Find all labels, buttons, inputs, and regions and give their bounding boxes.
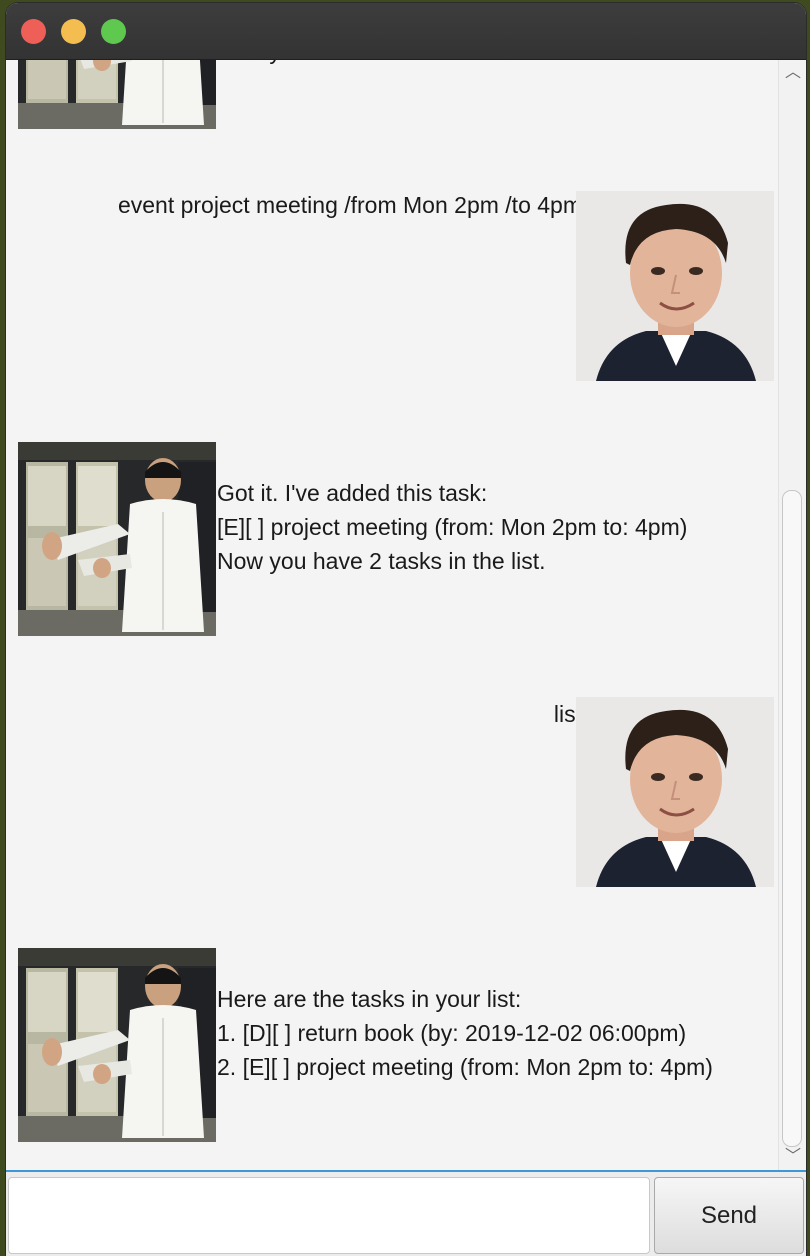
message-line: Now you have 2 tasks in the list. xyxy=(217,548,546,574)
user-message: event project meeting /from Mon 2pm /to … xyxy=(118,188,582,222)
user-input-field[interactable] xyxy=(8,1177,650,1254)
message-line: Here are the tasks in your list: xyxy=(217,986,522,1012)
duke-message: Got it. I've added this task: [E][ ] pro… xyxy=(217,476,687,578)
message-line: Now you have 1 tasks in the list. xyxy=(217,60,546,68)
user-avatar xyxy=(576,697,774,887)
duke-avatar xyxy=(18,442,216,636)
scrollbar-thumb[interactable] xyxy=(782,490,802,1147)
message-line: event project meeting /from Mon 2pm /to … xyxy=(117,192,582,218)
vertical-scrollbar[interactable]: ︿ ﹀ xyxy=(778,60,806,1170)
duke-avatar xyxy=(18,60,216,129)
duke-message: Here are the tasks in your list: 1. [D][… xyxy=(217,982,713,1084)
close-window-button[interactable] xyxy=(21,19,46,44)
title-bar xyxy=(6,3,806,60)
chevron-down-icon[interactable]: ﹀ xyxy=(784,1149,802,1165)
message-line: Got it. I've added this task: xyxy=(217,480,488,506)
duke-avatar xyxy=(18,948,216,1142)
message-line: [E][ ] project meeting (from: Mon 2pm to… xyxy=(217,514,688,540)
app-window: Now you have 1 tasks in the list. event … xyxy=(6,3,806,1256)
minimize-window-button[interactable] xyxy=(61,19,86,44)
send-button[interactable]: Send xyxy=(654,1177,804,1254)
chevron-up-icon[interactable]: ︿ xyxy=(784,65,802,81)
input-bar: Send xyxy=(6,1170,806,1256)
duke-message: Now you have 1 tasks in the list. xyxy=(217,60,546,68)
message-line: 2. [E][ ] project meeting (from: Mon 2pm… xyxy=(217,1054,713,1080)
user-avatar xyxy=(576,191,774,381)
dialog-container[interactable]: Now you have 1 tasks in the list. event … xyxy=(6,60,778,1170)
message-line: 1. [D][ ] return book (by: 2019-12-02 06… xyxy=(217,1020,687,1046)
maximize-window-button[interactable] xyxy=(101,19,126,44)
